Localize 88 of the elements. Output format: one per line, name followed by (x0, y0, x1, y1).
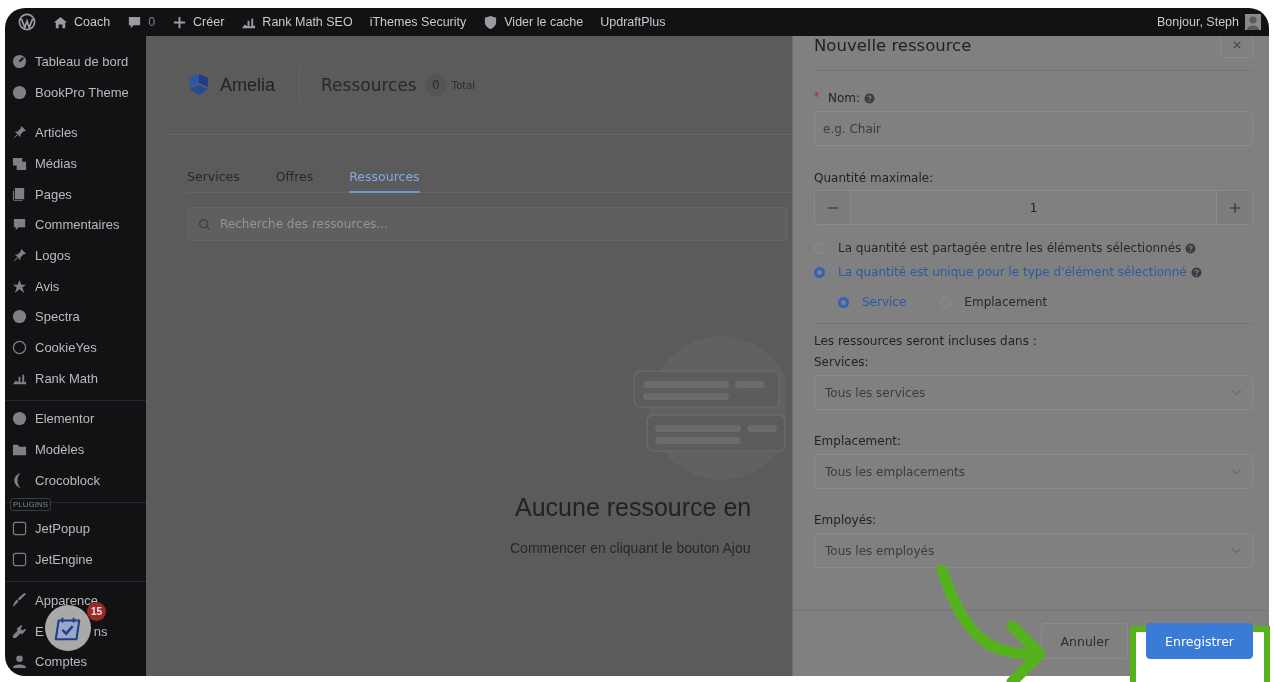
field-label: Quantité maximale: (814, 171, 935, 185)
menu-item[interactable]: Articles (5, 125, 78, 141)
pages-icon (12, 186, 27, 202)
toolbar-link[interactable]: Rank Math SEO (241, 14, 353, 30)
decrement-button[interactable] (815, 191, 851, 224)
circle-icon (12, 411, 27, 427)
select-input[interactable]: Tous les employés (823, 542, 1231, 559)
radio-button[interactable] (814, 266, 825, 278)
user-icon (12, 654, 27, 670)
option-label[interactable]: Emplacement (964, 295, 1048, 309)
field-label: Nom: (828, 91, 861, 105)
select-input[interactable]: Tous les services (823, 384, 1231, 401)
shield-icon (483, 14, 499, 30)
menu-item[interactable]: Spectra (5, 309, 80, 325)
close-button[interactable] (1220, 36, 1253, 58)
toolbar-link[interactable]: Coach (53, 14, 111, 30)
toolbar-link[interactable]: Créer (172, 14, 225, 30)
save-button[interactable]: Enregistrer (1146, 623, 1253, 660)
menu-item[interactable]: JetPopup (5, 521, 90, 537)
star-icon (12, 278, 27, 294)
square-icon (12, 521, 27, 537)
menu-item[interactable]: Tableau de bord (5, 53, 129, 69)
cookie-icon (12, 340, 27, 356)
cancel-button[interactable]: Annuler (1041, 623, 1129, 660)
search-icon (198, 217, 211, 231)
pin-icon (12, 247, 27, 263)
help-icon (1185, 242, 1197, 254)
radio-button[interactable] (838, 296, 849, 308)
menu-item[interactable]: Rank Math (5, 370, 98, 386)
toolbar-link[interactable]: iThemes Security (369, 15, 467, 29)
speech-bubble-icon (127, 14, 143, 30)
brand-name: Amelia (220, 74, 276, 96)
panel-title: Nouvelle ressource (814, 36, 972, 55)
name-input[interactable]: e.g. Chair (814, 111, 1253, 146)
help-icon (864, 92, 876, 104)
chevron-down-icon (1231, 389, 1242, 396)
avatar-icon (1245, 14, 1261, 30)
plus-icon (172, 14, 188, 30)
folder-icon (12, 442, 27, 458)
help-icon (1190, 266, 1202, 278)
menu-item[interactable]: Apparence (5, 592, 98, 608)
menu-item[interactable]: Modèles (5, 442, 85, 458)
menu-item[interactable]: CookieYes (5, 340, 97, 356)
circle-icon (12, 309, 27, 325)
chevron-down-icon (1231, 468, 1242, 475)
account-link[interactable]: Bonjour, Steph (1157, 15, 1239, 29)
menu-item[interactable]: Elementor (5, 411, 95, 427)
plug-icon (12, 623, 27, 639)
menu-item[interactable]: Crocoblock (5, 472, 101, 488)
circle-icon (12, 84, 27, 100)
section-label: Les ressources seront incluses dans : (814, 334, 1038, 348)
menu-item[interactable]: Avis (5, 278, 60, 294)
section-label: PLUGINS (10, 497, 52, 511)
select-field[interactable]: Tous les services (814, 375, 1253, 410)
menu-item[interactable]: JetEngine (5, 552, 93, 568)
square-icon (12, 552, 27, 568)
menu-item[interactable]: Logos (5, 247, 71, 263)
logo-icon (18, 13, 36, 31)
plus-icon (1228, 201, 1241, 214)
empty-state-title: Aucune ressource en (515, 493, 752, 522)
increment-button[interactable] (1216, 191, 1252, 224)
menu-item[interactable]: Médias (5, 155, 77, 171)
brush-icon (12, 592, 27, 608)
quantity-stepper[interactable]: 1 (814, 190, 1253, 225)
field-label: Emplacement: (814, 434, 902, 448)
home-icon (53, 14, 68, 30)
menu-item[interactable]: BookPro Theme (5, 84, 129, 100)
chevron-down-icon (1231, 547, 1242, 554)
crescent-icon (12, 472, 23, 488)
option-label[interactable]: La quantité est partagée entre les éléments sélectionnés (838, 241, 1182, 255)
menu-item[interactable]: Pages (5, 186, 72, 202)
cube-logo-icon (187, 73, 211, 97)
select-field[interactable]: Tous les emplacements (814, 454, 1253, 489)
toolbar-link[interactable]: 0 (127, 14, 156, 30)
toolbar-link[interactable]: UpdraftPlus (600, 15, 666, 29)
menu-item[interactable]: Commentaires (5, 217, 120, 233)
toolbar-link[interactable]: Vider le cache (483, 14, 584, 30)
close-icon (1232, 41, 1241, 49)
images-icon (12, 155, 27, 171)
menu-item[interactable]: Comptes (5, 654, 88, 670)
field-label: Services: (814, 355, 870, 369)
menu-item[interactable]: E (5, 623, 44, 639)
field-label: Employés: (814, 513, 878, 527)
pin-icon (12, 125, 27, 141)
menu-item-text: ns (93, 623, 108, 639)
gauge-icon (12, 53, 27, 69)
select-input[interactable]: Tous les emplacements (823, 463, 1231, 480)
select-field[interactable]: Tous les employés (814, 533, 1253, 568)
